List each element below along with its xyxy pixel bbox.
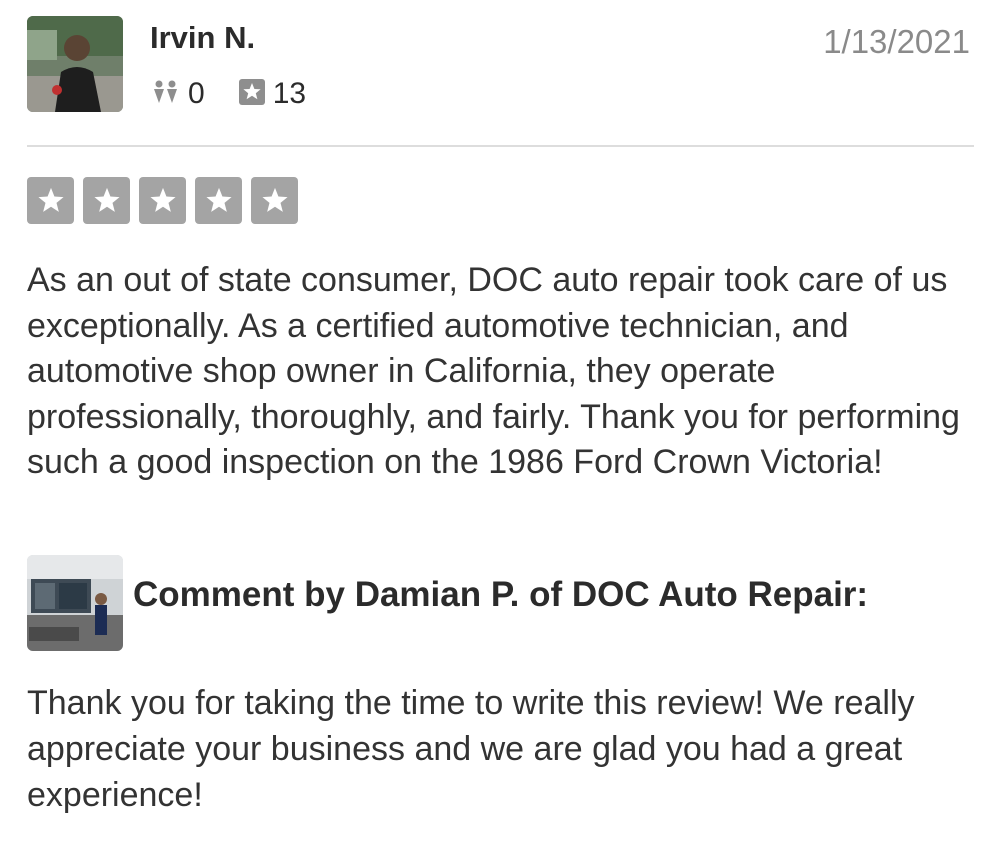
star-rating bbox=[27, 177, 307, 224]
rating-star bbox=[27, 177, 74, 224]
review-text: As an out of state consumer, DOC auto re… bbox=[27, 261, 960, 481]
reviews-count: 13 bbox=[272, 77, 307, 110]
owner-comment-text: Thank you for taking the time to write t… bbox=[27, 684, 915, 814]
reviewer-avatar[interactable] bbox=[27, 16, 123, 112]
rating-star bbox=[195, 177, 242, 224]
reviewer-stats: 0 13 bbox=[152, 76, 340, 112]
reviews-stat: 13 bbox=[238, 77, 307, 111]
owner-avatar[interactable] bbox=[27, 555, 123, 651]
owner-photo bbox=[27, 555, 123, 651]
reviewer-name[interactable]: Irvin N. bbox=[150, 20, 255, 56]
owner-comment-heading: Comment by Damian P. of DOC Auto Repair: bbox=[133, 575, 869, 614]
friends-count: 0 bbox=[188, 77, 205, 110]
rating-star bbox=[139, 177, 186, 224]
rating-star bbox=[83, 177, 130, 224]
divider bbox=[27, 145, 974, 147]
rating-star bbox=[251, 177, 298, 224]
review-date: 1/13/2021 bbox=[823, 23, 970, 60]
friends-stat: 0 bbox=[152, 77, 205, 111]
friends-icon bbox=[152, 79, 180, 110]
reviewer-photo bbox=[27, 16, 123, 112]
star-review-icon bbox=[238, 78, 265, 110]
